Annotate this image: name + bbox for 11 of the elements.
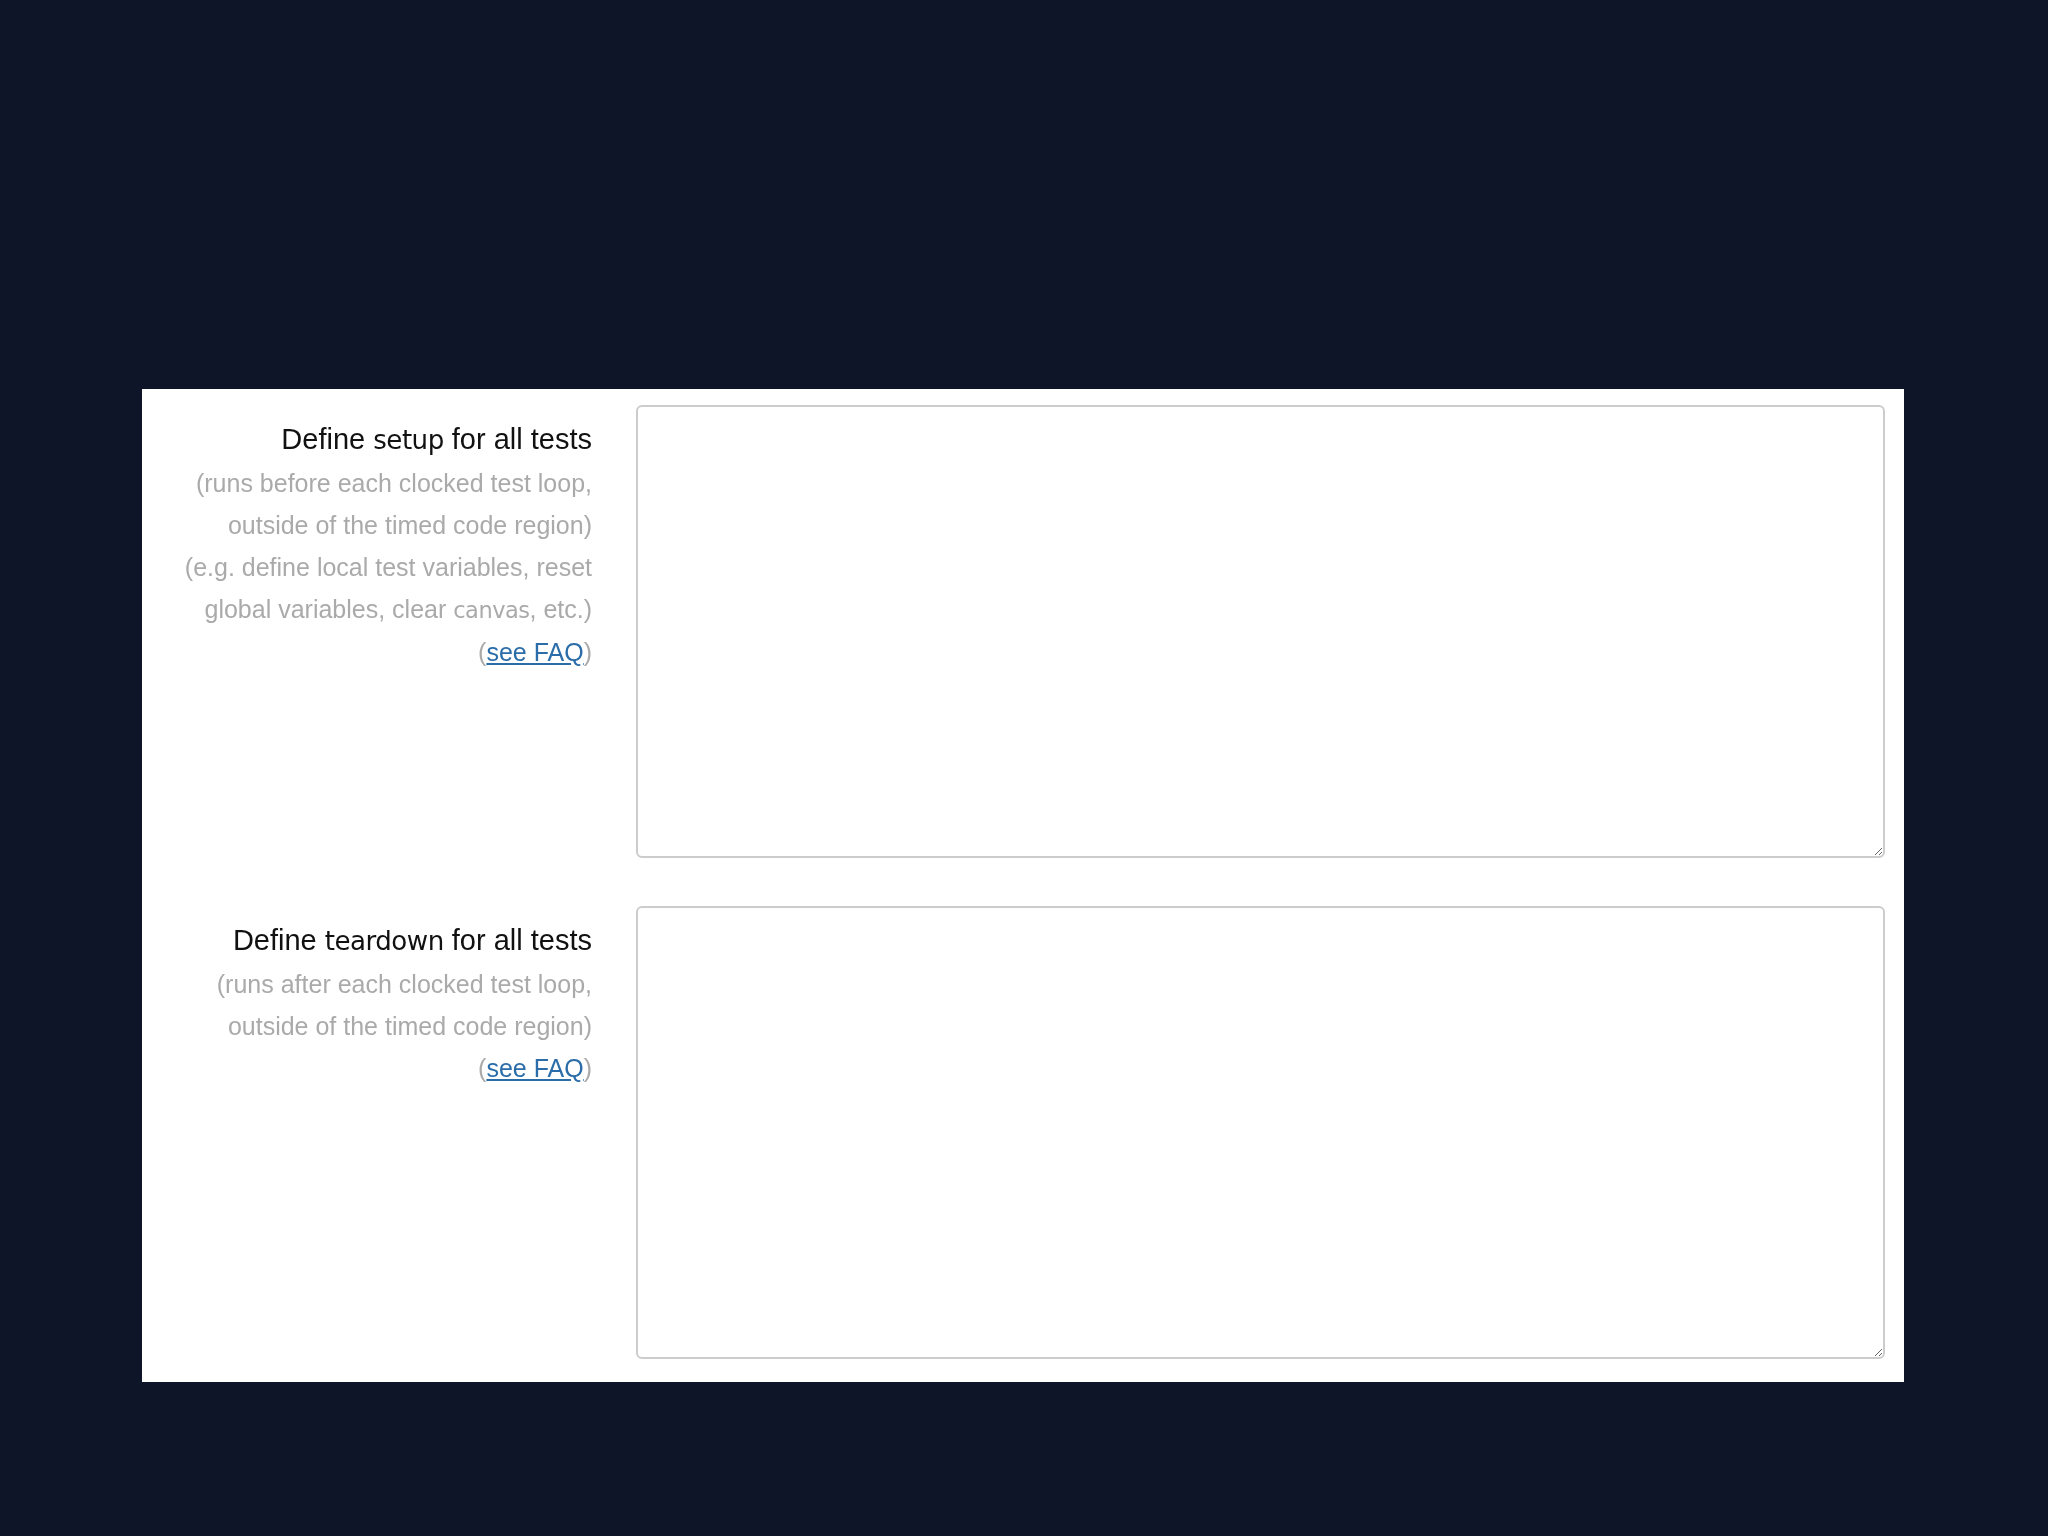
help-text: (runs after each clocked test loop, outside of the timed code region) (215, 969, 592, 1042)
field-label: Define teardown for all tests (232, 923, 592, 958)
faq-note: (see FAQ) (478, 637, 592, 668)
code-input[interactable] (636, 405, 1885, 858)
field-label: Define setup for all tests (281, 422, 592, 457)
help-text: (e.g. define local test variables, reset global variables, clear canvas, etc.) (183, 552, 592, 625)
faq-link[interactable]: see FAQ (486, 1054, 584, 1082)
help-text: (runs before each clocked test loop, outside of the timed code region) (194, 468, 592, 541)
code-input[interactable] (636, 906, 1885, 1359)
faq-note: (see FAQ) (478, 1053, 592, 1084)
faq-link[interactable]: see FAQ (486, 638, 584, 666)
